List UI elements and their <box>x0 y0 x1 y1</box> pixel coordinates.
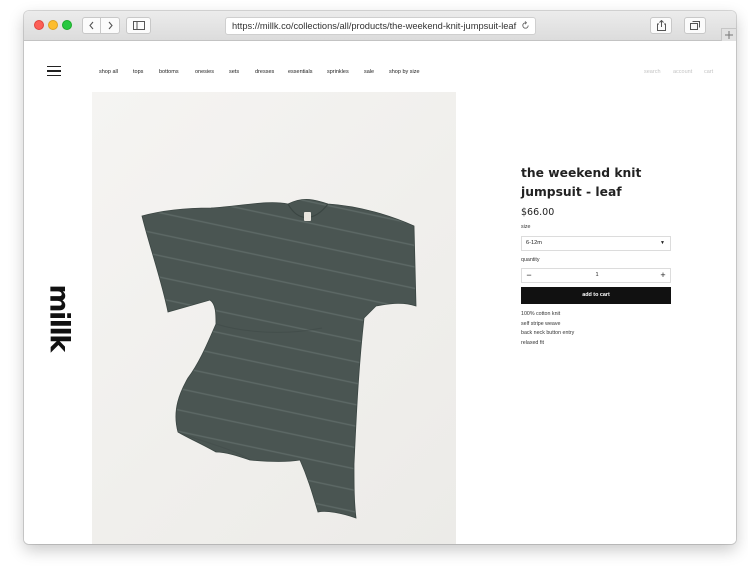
minimize-window-button[interactable] <box>48 20 58 30</box>
nav-sprinkles[interactable]: sprinkles <box>327 69 349 75</box>
quantity-value[interactable]: 1 <box>582 269 612 282</box>
browser-toolbar: https://millk.co/collections/all/product… <box>24 11 736 41</box>
quantity-label: quantity <box>521 257 540 263</box>
product-image[interactable] <box>92 92 456 544</box>
new-tab-button[interactable] <box>721 28 736 41</box>
search-link[interactable]: search <box>644 69 661 75</box>
size-select[interactable]: 6-12m ▼ <box>521 236 671 251</box>
nav-essentials[interactable]: essentials <box>288 69 312 75</box>
product-title: the weekend knit jumpsuit - leaf <box>521 166 642 199</box>
nav-bottoms[interactable]: bottoms <box>159 69 179 75</box>
caret-down-icon: ▼ <box>660 240 665 246</box>
address-bar[interactable]: https://millk.co/collections/all/product… <box>225 17 536 35</box>
cart-link[interactable]: cart <box>704 69 713 75</box>
brand-logo[interactable]: millk <box>43 283 75 351</box>
product-description: 100% cotton knit self stripe weave back … <box>521 310 574 349</box>
plus-icon[interactable]: + <box>658 269 668 282</box>
minus-icon[interactable]: − <box>524 269 534 282</box>
nav-sets[interactable]: sets <box>229 69 239 75</box>
show-tabs-button[interactable] <box>684 17 706 34</box>
store-page: shop all tops bottoms onesies sets dress… <box>24 41 736 544</box>
nav-sale[interactable]: sale <box>364 69 374 75</box>
size-label: size <box>521 224 531 230</box>
description-line: self stripe weave <box>521 320 561 327</box>
add-to-cart-button[interactable]: add to cart <box>521 287 671 304</box>
tabs-icon <box>690 21 700 30</box>
menu-icon[interactable] <box>47 66 61 76</box>
jumpsuit-illustration <box>141 199 417 519</box>
zoom-window-button[interactable] <box>62 20 72 30</box>
size-select-value: 6-12m <box>526 240 542 246</box>
plus-icon <box>725 31 733 39</box>
reload-icon[interactable] <box>521 21 530 30</box>
product-price: $66.00 <box>521 207 555 218</box>
sidebar-toggle-button[interactable] <box>126 17 151 34</box>
account-link[interactable]: account <box>673 69 692 75</box>
chevron-right-icon <box>108 21 113 30</box>
forward-button[interactable] <box>101 17 120 34</box>
quantity-stepper: − 1 + <box>521 268 671 283</box>
share-icon <box>656 20 666 31</box>
chevron-left-icon <box>89 21 94 30</box>
sidebar-icon <box>132 21 145 30</box>
share-button[interactable] <box>650 17 672 34</box>
description-line: relaxed fit <box>521 340 544 347</box>
brand-logo-text: millk <box>43 283 75 351</box>
close-window-button[interactable] <box>34 20 44 30</box>
nav-shop-all[interactable]: shop all <box>99 69 118 75</box>
nav-tops[interactable]: tops <box>133 69 143 75</box>
browser-window: https://millk.co/collections/all/product… <box>24 11 736 544</box>
description-line: back neck button entry <box>521 330 575 337</box>
back-button[interactable] <box>82 17 101 34</box>
url-text: https://millk.co/collections/all/product… <box>232 21 517 31</box>
description-line: 100% cotton knit <box>521 311 561 317</box>
nav-shop-by-size[interactable]: shop by size <box>389 69 420 75</box>
nav-dresses[interactable]: dresses <box>255 69 274 75</box>
nav-onesies[interactable]: onesies <box>195 69 214 75</box>
